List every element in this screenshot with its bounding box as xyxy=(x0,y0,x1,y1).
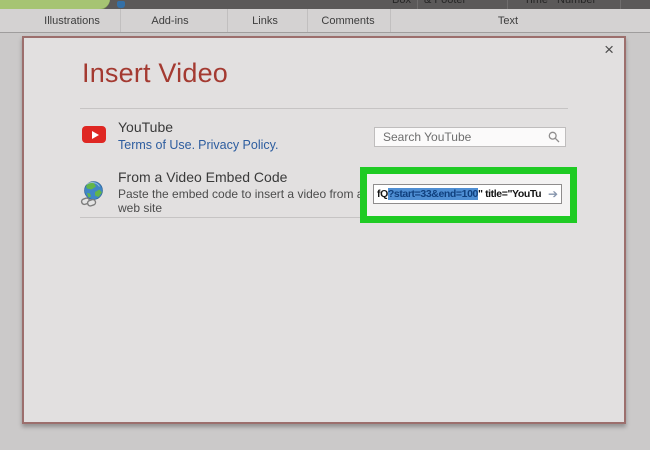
insert-video-dialog: × Insert Video YouTube Terms of Use. Priv… xyxy=(22,36,626,424)
green-accent-shape xyxy=(0,0,110,9)
embed-code-description: Paste the embed code to insert a video f… xyxy=(118,187,364,215)
embed-code-after: " title="YouTu xyxy=(477,188,542,200)
embed-code-text: fQ?start=33&end=100" title="YouTu xyxy=(377,188,546,200)
ribbon-separator xyxy=(620,0,621,9)
terms-of-use-link[interactable]: Terms of Use. xyxy=(118,138,195,152)
youtube-icon xyxy=(82,126,106,143)
youtube-legal-links: Terms of Use. Privacy Policy. xyxy=(118,138,281,152)
ribbon-group-row: Illustrations Add-ins Links Comments Tex… xyxy=(0,9,650,33)
ribbon-button-label-datetime: Time xyxy=(524,0,549,6)
ribbon-group-links: Links xyxy=(252,15,278,27)
annotation-highlight-box: fQ?start=33&end=100" title="YouTu ➔ xyxy=(360,167,577,223)
ribbon-group-illustrations: Illustrations xyxy=(44,15,100,27)
ribbon-group-text: Text xyxy=(497,15,519,27)
annotation-inner-area: fQ?start=33&end=100" title="YouTu ➔ xyxy=(367,174,570,216)
ribbon-group-separator xyxy=(227,9,228,32)
youtube-search-box xyxy=(374,127,566,147)
ribbon-group-comments: Comments xyxy=(321,15,375,27)
ribbon-separator xyxy=(507,0,508,9)
arrow-right-icon: ➔ xyxy=(547,187,558,201)
search-icon[interactable] xyxy=(548,131,560,143)
embed-code-selected-text: ?start=33&end=100 xyxy=(387,188,478,200)
privacy-policy-link[interactable]: Privacy Policy. xyxy=(198,138,278,152)
embed-code-input[interactable]: fQ?start=33&end=100" title="YouTu ➔ xyxy=(373,184,562,204)
youtube-source-label: YouTube xyxy=(118,119,174,135)
ribbon-group-addins: Add-ins xyxy=(151,15,189,27)
youtube-search-input[interactable] xyxy=(374,127,566,147)
ribbon-button-label-textbox: Box xyxy=(392,0,411,6)
ribbon-group-separator xyxy=(120,9,121,32)
embed-code-before: fQ xyxy=(377,188,388,200)
globe-link-icon xyxy=(80,181,103,207)
ribbon-top-bar: Box & Footer Time Number xyxy=(0,0,650,9)
ribbon-group-separator xyxy=(390,9,391,32)
ribbon-group-separator xyxy=(307,9,308,32)
ribbon-button-label-headerfooter: & Footer xyxy=(424,0,467,6)
ribbon-button-label-slidenumber: Number xyxy=(557,0,597,6)
ribbon-separator xyxy=(417,0,418,9)
close-button[interactable]: × xyxy=(600,40,618,60)
embed-code-heading: From a Video Embed Code xyxy=(118,169,288,185)
divider xyxy=(80,108,568,109)
play-icon xyxy=(91,130,99,139)
dialog-title: Insert Video xyxy=(82,58,228,88)
ribbon-button-icon-partial xyxy=(117,1,125,8)
